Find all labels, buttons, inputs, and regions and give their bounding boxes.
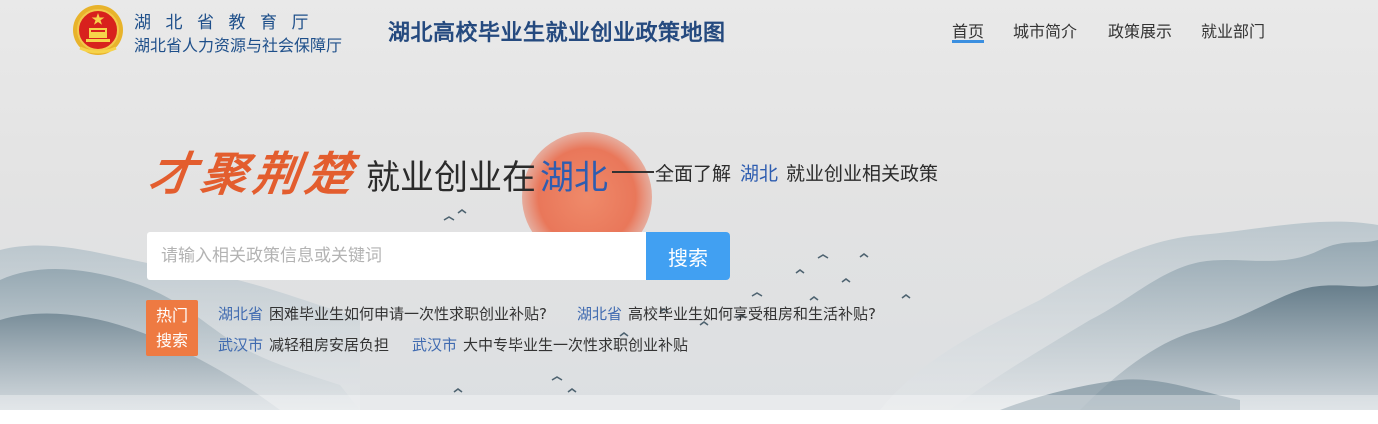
hot-search-region: 武汉市	[412, 336, 458, 354]
slogan-sub-highlight: 湖北	[740, 163, 779, 185]
slogan-main-highlight: 湖北	[540, 158, 608, 198]
hot-search-item[interactable]: 湖北省 困难毕业生如何申请一次性求职创业补贴?	[218, 303, 547, 324]
hero-banner: 湖北省教育厅 湖北省人力资源与社会保障厅 湖北高校毕业生就业创业政策地图 首页 …	[0, 0, 1378, 410]
nav-city-intro[interactable]: 城市简介	[1013, 18, 1077, 42]
hot-search-question: 大中专毕业生一次性求职创业补贴	[463, 336, 689, 354]
slogan-main: 就业创业在	[366, 158, 536, 198]
calligraphy-slogan: 才聚荆楚	[145, 147, 362, 201]
hot-search-question: 困难毕业生如何申请一次性求职创业补贴?	[269, 305, 547, 323]
hot-search-region: 武汉市	[218, 336, 264, 354]
hot-search-label-line1: 热门	[155, 306, 188, 325]
ink-landscape-background	[0, 132, 1378, 410]
nav-home[interactable]: 首页	[952, 18, 984, 42]
search-button[interactable]: 搜索	[646, 232, 730, 280]
hot-search-item[interactable]: 湖北省 高校毕业生如何享受租房和生活补贴?	[577, 303, 876, 324]
nav-active-indicator	[952, 40, 984, 43]
hot-search-region: 湖北省	[218, 305, 264, 323]
slogan-sub-prefix: 全面了解	[655, 163, 732, 185]
hot-search-question: 高校毕业生如何享受租房和生活补贴?	[628, 305, 876, 323]
hot-search-item[interactable]: 武汉市 大中专毕业生一次性求职创业补贴	[412, 334, 688, 355]
dept-name-education: 湖北省教育厅	[134, 13, 323, 33]
hot-search-region: 湖北省	[577, 305, 623, 323]
nav-policy-display[interactable]: 政策展示	[1108, 18, 1172, 42]
site-title: 湖北高校毕业生就业创业政策地图	[388, 21, 726, 46]
hot-search-badge: 热门 搜索	[146, 300, 198, 356]
national-emblem-icon	[73, 5, 123, 55]
slogan-sub-suffix: 就业创业相关政策	[786, 163, 939, 185]
hot-search-item[interactable]: 武汉市 减轻租房安居负担	[218, 334, 389, 355]
nav-employment-dept[interactable]: 就业部门	[1201, 18, 1265, 42]
hot-search-question: 减轻租房安居负担	[269, 336, 390, 354]
dept-name-hr: 湖北省人力资源与社会保障厅	[134, 36, 343, 55]
hot-search-label-line2: 搜索	[155, 331, 188, 350]
slogan-dash	[612, 171, 654, 173]
search-input[interactable]	[147, 232, 647, 280]
